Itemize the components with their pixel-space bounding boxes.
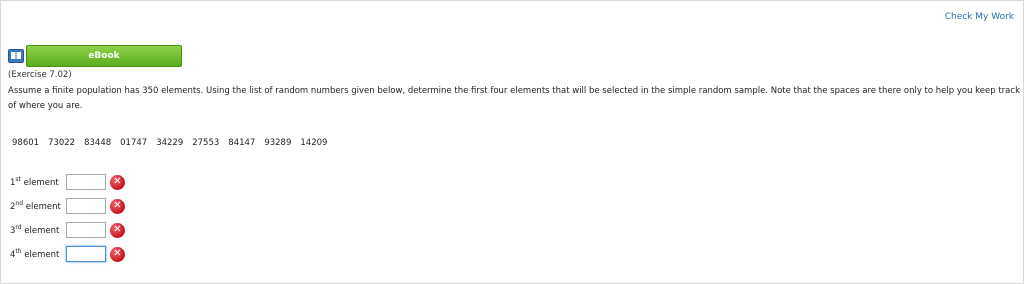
check-my-work-link[interactable]: Check My Work — [945, 12, 1014, 22]
question-text: Assume a finite population has 350 eleme… — [8, 86, 1020, 111]
random-number: 83448 — [84, 138, 112, 148]
answer-label-4: 4th element — [10, 248, 60, 260]
answer-row-2: 2nd element ✕ — [10, 198, 125, 214]
ebook-icon[interactable] — [8, 49, 24, 63]
random-number: 34229 — [156, 138, 184, 148]
random-number: 14209 — [300, 138, 328, 148]
random-number-list: 98601 73022 83448 01747 34229 27553 8414… — [12, 138, 327, 148]
random-number: 27553 — [192, 138, 220, 148]
answer-label-1: 1st element — [10, 176, 59, 188]
ebook-row: eBook — [8, 45, 182, 67]
random-number: 84147 — [228, 138, 256, 148]
ebook-button[interactable]: eBook — [26, 45, 182, 67]
exercise-reference: (Exercise 7.02) — [8, 70, 72, 80]
answer-row-3: 3rd element ✕ — [10, 222, 125, 238]
answer-label-2: 2nd element — [10, 200, 61, 212]
random-number: 98601 — [12, 138, 40, 148]
random-number: 93289 — [264, 138, 292, 148]
incorrect-x-icon: ✕ — [110, 222, 125, 238]
random-number: 73022 — [48, 138, 76, 148]
incorrect-x-icon: ✕ — [110, 174, 125, 190]
incorrect-x-icon: ✕ — [110, 198, 125, 214]
random-number: 01747 — [120, 138, 148, 148]
answer-row-4: 4th element ✕ — [10, 246, 125, 262]
answer-label-3: 3rd element — [10, 224, 60, 236]
incorrect-x-icon: ✕ — [110, 246, 125, 262]
answer-input-1[interactable] — [66, 174, 106, 190]
answer-input-3[interactable] — [66, 222, 106, 238]
answer-row-1: 1st element ✕ — [10, 174, 125, 190]
answer-input-4[interactable] — [66, 246, 106, 262]
answer-input-2[interactable] — [66, 198, 106, 214]
